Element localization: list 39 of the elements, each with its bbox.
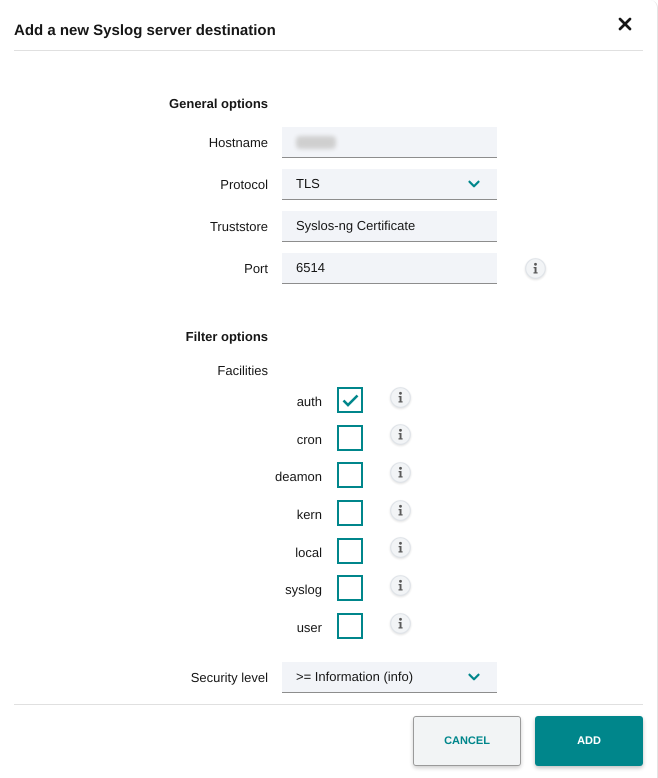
checkmark-icon (342, 394, 358, 406)
info-icon[interactable] (390, 574, 411, 596)
info-icon[interactable] (390, 537, 411, 558)
checkbox-label: local (294, 544, 322, 562)
info-icon[interactable] (390, 612, 411, 634)
field-label: Port (243, 260, 268, 278)
checkbox-label: auth (296, 393, 322, 411)
info-icon[interactable] (390, 462, 411, 483)
field-label: Hostname (208, 134, 268, 152)
add-button[interactable]: ADD (535, 716, 643, 766)
checkbox[interactable] (337, 500, 363, 526)
dialog-title: Add a new Syslog server destination (14, 22, 276, 40)
field-label: Security level (190, 668, 268, 687)
input-field[interactable] (282, 127, 497, 158)
field-label: Protocol (219, 176, 268, 194)
checkbox[interactable] (337, 424, 363, 451)
info-icon[interactable] (390, 424, 411, 446)
checkbox-label: kern (296, 506, 322, 524)
checkbox[interactable] (337, 538, 363, 564)
section-heading: Filter options (184, 328, 268, 346)
section-heading: General options (168, 95, 268, 113)
checkbox-label: cron (296, 430, 322, 449)
field-label: Truststore (208, 218, 268, 236)
checkbox-label: syslog (284, 581, 322, 600)
select-field[interactable]: >= Information (info) (282, 662, 497, 694)
checkbox[interactable] (337, 387, 363, 413)
info-icon[interactable] (525, 258, 546, 279)
checkbox-label: user (296, 619, 322, 638)
input-field[interactable]: 6514 (282, 253, 497, 284)
info-icon[interactable] (390, 386, 411, 408)
info-icon[interactable] (390, 500, 411, 521)
select-field[interactable]: TLS (282, 169, 497, 200)
input-field[interactable]: Syslos-ng Certificate (282, 211, 497, 242)
checkbox-label: deamon (274, 468, 322, 486)
field-label: Facilities (216, 362, 268, 380)
checkbox[interactable] (337, 575, 363, 602)
checkbox[interactable] (337, 462, 363, 488)
checkbox[interactable] (337, 613, 363, 640)
cancel-button[interactable]: CANCEL (413, 716, 521, 766)
